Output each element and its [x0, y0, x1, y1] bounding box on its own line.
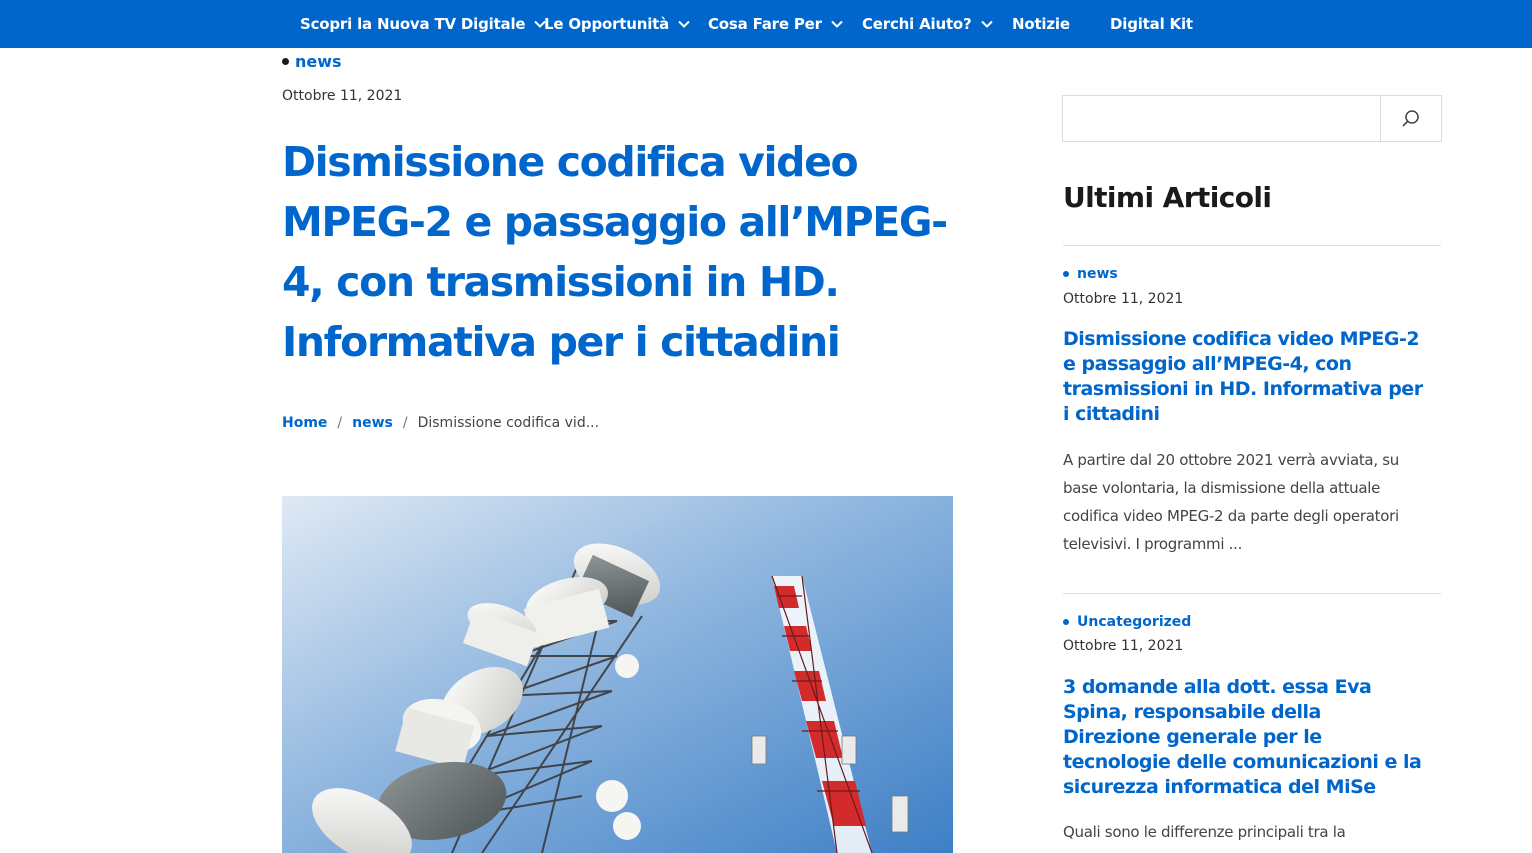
nav-item-label: Scopri la Nuova TV Digitale [300, 15, 526, 33]
breadcrumb: Home / news / Dismissione codifica vid..… [282, 415, 599, 431]
divider [1063, 245, 1441, 246]
search-input[interactable] [1063, 96, 1380, 141]
nav-item-label: Cerchi Aiuto? [862, 15, 972, 33]
sidebar-post-category[interactable]: news [1063, 266, 1118, 282]
article-category[interactable]: news [282, 52, 342, 71]
breadcrumb-separator: / [337, 415, 343, 431]
chevron-down-icon [831, 20, 843, 28]
search-icon [1402, 109, 1419, 126]
sidebar-post-category-label: Uncategorized [1077, 614, 1192, 630]
nav-item-label: Le Opportunità [544, 15, 670, 33]
chevron-down-icon [980, 20, 993, 28]
nav-item-cosa-fare[interactable]: Cosa Fare Per [708, 0, 843, 48]
nav-item-opportunita[interactable]: Le Opportunità [544, 0, 690, 48]
breadcrumb-current: Dismissione codifica vid... [417, 415, 600, 431]
sidebar-post-excerpt: Quali sono le differenze principali tra … [1063, 823, 1346, 841]
article-hero-image [282, 496, 953, 853]
sidebar-post-title-link[interactable]: 3 domande alla dott. essa Eva Spina, res… [1063, 675, 1423, 800]
nav-item-label: Cosa Fare Per [708, 15, 822, 33]
nav-item-label: Digital Kit [1110, 15, 1193, 33]
sidebar-post-date: Ottobre 11, 2021 [1063, 638, 1184, 654]
nav-item-scopri[interactable]: Scopri la Nuova TV Digitale [300, 0, 547, 48]
divider [1063, 593, 1441, 594]
telecom-towers-photo-icon [282, 496, 953, 853]
article-category-label: news [295, 52, 342, 71]
nav-item-cerchi-aiuto[interactable]: Cerchi Aiuto? [862, 0, 993, 48]
breadcrumb-home-link[interactable]: Home [282, 415, 327, 431]
article-date: Ottobre 11, 2021 [282, 88, 403, 104]
search-box [1062, 95, 1442, 142]
top-navigation: Scopri la Nuova TV Digitale Le Opportuni… [0, 0, 1532, 48]
nav-item-notizie[interactable]: Notizie [1012, 0, 1070, 48]
sidebar-post-category[interactable]: Uncategorized [1063, 614, 1191, 630]
search-button[interactable] [1380, 96, 1441, 141]
bullet-icon [1063, 271, 1069, 277]
sidebar-post-excerpt: A partire dal 20 ottobre 2021 verrà avvi… [1063, 451, 1399, 553]
sidebar-post-date: Ottobre 11, 2021 [1063, 291, 1184, 307]
nav-item-digital-kit[interactable]: Digital Kit [1110, 0, 1193, 48]
breadcrumb-section-link[interactable]: news [352, 415, 393, 431]
sidebar-post-category-label: news [1077, 266, 1118, 282]
bullet-icon [1063, 619, 1069, 625]
bullet-icon [282, 58, 289, 65]
breadcrumb-separator: / [402, 415, 408, 431]
article-title: Dismissione codifica video MPEG-2 e pass… [282, 138, 948, 366]
sidebar-title: Ultimi Articoli [1063, 181, 1272, 214]
chevron-down-icon [678, 20, 690, 28]
nav-item-label: Notizie [1012, 15, 1070, 33]
sidebar-post-title-link[interactable]: Dismissione codifica video MPEG-2 e pass… [1063, 327, 1423, 427]
